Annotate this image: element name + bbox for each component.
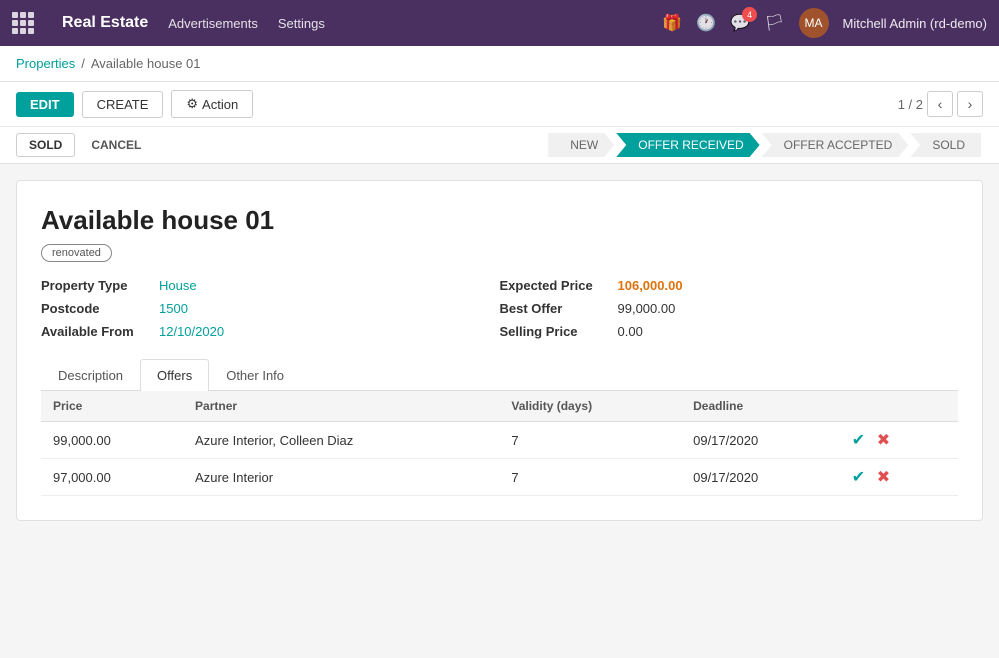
status-offer-received[interactable]: OFFER RECEIVED <box>616 133 759 157</box>
property-type-label: Property Type <box>41 278 151 293</box>
next-button[interactable]: › <box>957 91 983 117</box>
col-validity: Validity (days) <box>499 391 681 422</box>
cell-actions-0: ✔ ✖ <box>836 422 958 459</box>
status-bar: SOLD CANCEL NEW OFFER RECEIVED OFFER ACC… <box>0 127 999 164</box>
gift-icon[interactable]: 🎁 <box>662 13 682 33</box>
offers-table: Price Partner Validity (days) Deadline 9… <box>41 391 958 496</box>
cell-actions-1: ✔ ✖ <box>836 459 958 496</box>
prev-button[interactable]: ‹ <box>927 91 953 117</box>
postcode-value[interactable]: 1500 <box>159 301 188 316</box>
expected-price-label: Expected Price <box>500 278 610 293</box>
cell-partner-1: Azure Interior <box>183 459 499 496</box>
reject-button-1[interactable]: ✖ <box>873 467 894 487</box>
available-from-row: Available From 12/10/2020 <box>41 324 500 339</box>
tab-description[interactable]: Description <box>41 359 140 391</box>
available-from-label: Available From <box>41 324 151 339</box>
record-card: Available house 01 renovated Property Ty… <box>16 180 983 521</box>
action-button[interactable]: ⚙ Action <box>171 90 253 118</box>
best-offer-row: Best Offer 99,000.00 <box>500 301 959 316</box>
record-title: Available house 01 <box>41 205 958 236</box>
breadcrumb: Properties / Available house 01 <box>0 46 999 82</box>
cell-partner-0: Azure Interior, Colleen Diaz <box>183 422 499 459</box>
tab-offers[interactable]: Offers <box>140 359 209 391</box>
navbar-menu: Advertisements Settings <box>168 16 642 31</box>
accept-button-0[interactable]: ✔ <box>848 430 869 450</box>
status-new[interactable]: NEW <box>548 133 614 157</box>
fields-grid: Property Type House Postcode 1500 Availa… <box>41 278 958 339</box>
cell-price-1: 97,000.00 <box>41 459 183 496</box>
avatar[interactable]: MA <box>799 8 829 38</box>
action-label: Action <box>202 97 238 112</box>
navbar-right: 🎁 🕐 💬 4 🏳 MA Mitchell Admin (rd-demo) <box>662 8 987 38</box>
selling-price-value: 0.00 <box>618 324 643 339</box>
status-offer-accepted[interactable]: OFFER ACCEPTED <box>762 133 909 157</box>
cell-price-0: 99,000.00 <box>41 422 183 459</box>
table-header-row: Price Partner Validity (days) Deadline <box>41 391 958 422</box>
cell-deadline-1: 09/17/2020 <box>681 459 836 496</box>
cell-deadline-0: 09/17/2020 <box>681 422 836 459</box>
table-row: 99,000.00 Azure Interior, Colleen Diaz 7… <box>41 422 958 459</box>
gear-icon: ⚙ <box>186 96 198 112</box>
breadcrumb-separator: / <box>81 56 85 71</box>
nav-advertisements[interactable]: Advertisements <box>168 16 258 31</box>
postcode-row: Postcode 1500 <box>41 301 500 316</box>
col-deadline: Deadline <box>681 391 836 422</box>
sold-button[interactable]: SOLD <box>16 133 75 157</box>
nav-settings[interactable]: Settings <box>278 16 325 31</box>
tab-other-info[interactable]: Other Info <box>209 359 301 391</box>
available-from-value[interactable]: 12/10/2020 <box>159 324 224 339</box>
selling-price-label: Selling Price <box>500 324 610 339</box>
best-offer-value: 99,000.00 <box>618 301 676 316</box>
grid-menu-icon[interactable] <box>12 12 34 34</box>
status-sold[interactable]: SOLD <box>910 133 981 157</box>
pagination: 1 / 2 ‹ › <box>898 91 983 117</box>
create-button[interactable]: CREATE <box>82 91 164 118</box>
record-tag: renovated <box>41 244 112 262</box>
property-type-value[interactable]: House <box>159 278 197 293</box>
status-pipeline: NEW OFFER RECEIVED OFFER ACCEPTED SOLD <box>548 133 983 157</box>
pagination-info: 1 / 2 <box>898 97 923 112</box>
navbar: Real Estate Advertisements Settings 🎁 🕐 … <box>0 0 999 46</box>
breadcrumb-current: Available house 01 <box>91 56 201 71</box>
user-name: Mitchell Admin (rd-demo) <box>843 16 988 31</box>
property-type-row: Property Type House <box>41 278 500 293</box>
selling-price-row: Selling Price 0.00 <box>500 324 959 339</box>
flag-icon[interactable]: 🏳 <box>764 13 784 33</box>
action-bar: EDIT CREATE ⚙ Action 1 / 2 ‹ › <box>0 82 999 127</box>
app-name: Real Estate <box>62 14 148 32</box>
col-actions <box>836 391 958 422</box>
field-group-left: Property Type House Postcode 1500 Availa… <box>41 278 500 339</box>
notification-badge: 4 <box>742 7 757 22</box>
expected-price-row: Expected Price 106,000.00 <box>500 278 959 293</box>
reject-button-0[interactable]: ✖ <box>873 430 894 450</box>
postcode-label: Postcode <box>41 301 151 316</box>
clock-icon[interactable]: 🕐 <box>696 13 716 33</box>
tabs: Description Offers Other Info <box>41 359 958 391</box>
accept-button-1[interactable]: ✔ <box>848 467 869 487</box>
main-content: Available house 01 renovated Property Ty… <box>0 164 999 537</box>
chat-icon[interactable]: 💬 4 <box>730 13 750 33</box>
col-price: Price <box>41 391 183 422</box>
cell-validity-0: 7 <box>499 422 681 459</box>
field-group-right: Expected Price 106,000.00 Best Offer 99,… <box>500 278 959 339</box>
cancel-button[interactable]: CANCEL <box>87 134 145 156</box>
edit-button[interactable]: EDIT <box>16 92 74 117</box>
col-partner: Partner <box>183 391 499 422</box>
breadcrumb-parent[interactable]: Properties <box>16 56 75 71</box>
table-row: 97,000.00 Azure Interior 7 09/17/2020 ✔ … <box>41 459 958 496</box>
expected-price-value: 106,000.00 <box>618 278 683 293</box>
best-offer-label: Best Offer <box>500 301 610 316</box>
cell-validity-1: 7 <box>499 459 681 496</box>
